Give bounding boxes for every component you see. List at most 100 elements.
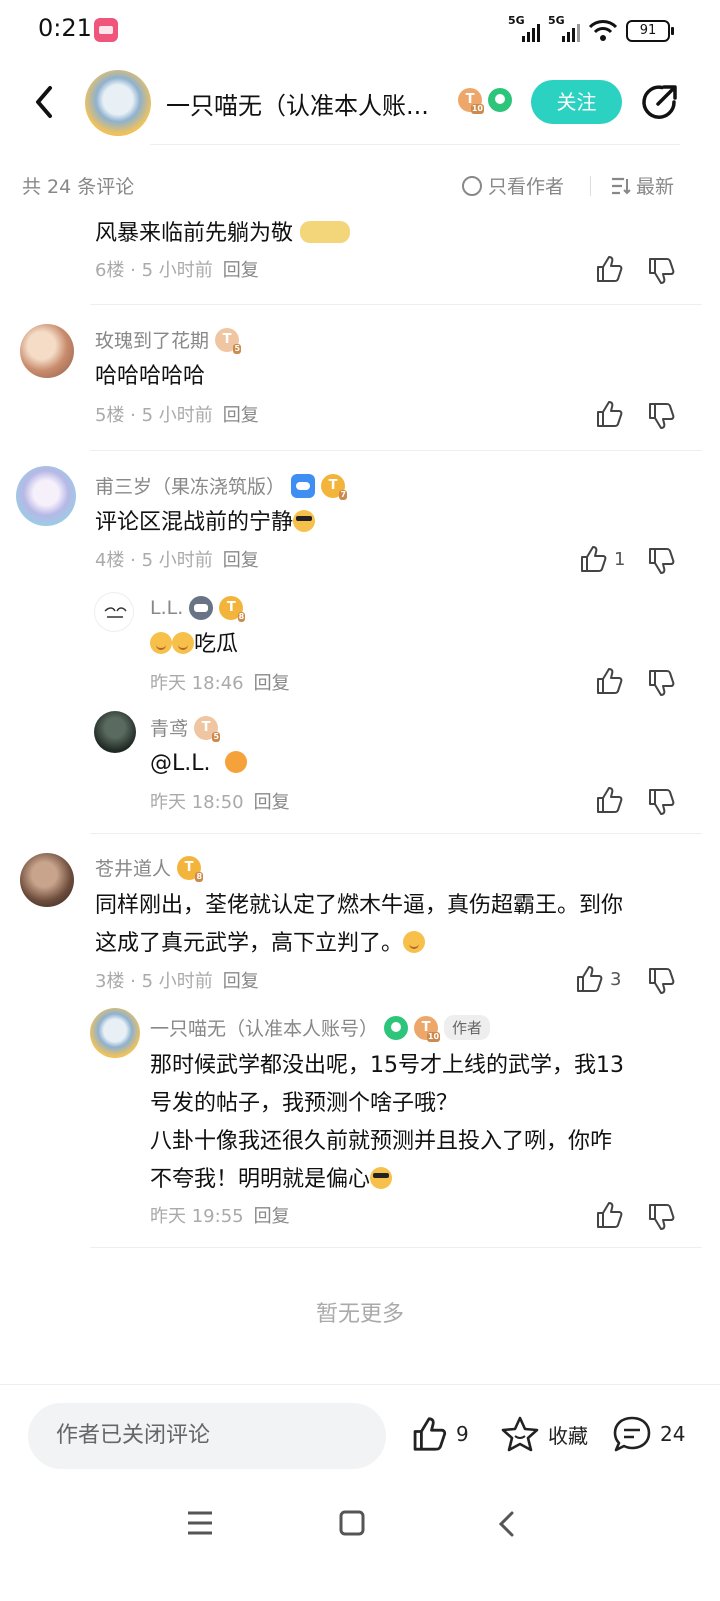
comment-3-meta: 3楼 · 5 小时前 回复 [95,971,259,992]
comment-divider [90,1247,702,1248]
username: L.L. [150,597,184,619]
gamepad-badge-icon [189,596,214,620]
post-like-count: 9 [456,1422,469,1446]
user-avatar[interactable] [16,466,76,526]
star-icon [501,1416,539,1452]
radio-circle-icon [462,175,482,196]
favorite-button[interactable]: 收藏 [500,1415,588,1453]
only-author-toggle[interactable]: 只看作者 [462,172,564,199]
comment-4-user[interactable]: 甫三岁（果冻浇筑版） T7 [95,472,348,500]
smile-emoji-icon [403,931,426,953]
verified-badge-icon [384,1015,409,1040]
reply-button[interactable]: 回复 [223,550,259,571]
reply-button[interactable]: 回复 [254,1206,290,1227]
menu-icon[interactable] [186,1510,214,1536]
like-count: 3 [610,968,622,990]
dislike-icon[interactable] [646,787,676,817]
dislike-icon[interactable] [646,668,676,698]
only-author-label: 只看作者 [488,176,565,198]
cool-emoji-icon [370,1167,393,1189]
comment-total: 共 24 条评论 [22,176,135,198]
home-icon[interactable] [339,1510,365,1536]
level-badge: T 10 [458,88,484,114]
comment-3-user[interactable]: 苍井道人 T8 [95,854,204,882]
comment-6-text: 风暴来临前先躺为敬 [95,215,351,253]
like-button[interactable]: 3 [574,964,621,994]
reply-4a-meta: 昨天 18:46 回复 [150,673,290,694]
back-icon[interactable] [496,1510,516,1538]
username: 苍井道人 [95,858,172,880]
level-badge: T7 [321,473,348,500]
reply-button[interactable]: 回复 [223,971,259,992]
comment-3-text: 同样刚出，荃佬就认定了燃木牛逼，真伤超霸王。到你 这成了真元武学，高下立判了。 [95,893,624,956]
like-icon[interactable] [594,1200,624,1230]
status-time: 0:21 [38,14,92,42]
comment-4-meta: 4楼 · 5 小时前 回复 [95,550,259,571]
author-badges: T 10 [458,88,512,114]
reply-button[interactable]: 回复 [254,673,290,694]
like-icon [581,546,607,572]
reply-4b-meta: 昨天 18:50 回复 [150,792,290,813]
level-badge: T5 [194,715,221,742]
reply-button[interactable]: 回复 [223,405,259,426]
like-icon [413,1417,447,1451]
author-name[interactable]: 一只喵无（认准本人账... [166,86,436,121]
sort-latest-button[interactable]: 最新 [610,172,674,199]
like-button[interactable]: 1 [578,544,625,574]
username: 青鸢 [150,718,189,740]
wifi-icon [588,20,618,41]
signal-icon: 5G [508,14,540,42]
share-icon[interactable] [640,82,680,122]
user-avatar[interactable] [94,592,134,632]
dislike-icon[interactable] [646,966,676,996]
comment-sort-bar: 共 24 条评论 只看作者 最新 [0,162,720,206]
author-avatar[interactable] [90,1008,140,1058]
dislike-icon[interactable] [646,546,676,576]
smile-emoji-icon [150,632,172,654]
level-badge: T5 [215,327,242,354]
author-avatar[interactable] [85,70,151,136]
comment-6-meta: 6楼 · 5 小时前 回复 [95,260,259,281]
reply-button[interactable]: 回复 [223,260,259,281]
comment-divider [90,833,702,834]
reply-button[interactable]: 回复 [254,792,290,813]
like-icon[interactable] [594,785,624,815]
back-arrow-icon[interactable] [30,82,60,122]
reply-3a-user[interactable]: 一只喵无（认准本人账号） T 10 作者 [150,1014,491,1042]
follow-button[interactable]: 关注 [531,80,622,124]
like-icon[interactable] [594,666,624,696]
status-bar: 0:21 5G 5G 91 [0,0,720,60]
no-more-label: 暂无更多 [315,1302,404,1327]
network-type-label: 5G [508,14,525,27]
favorite-label: 收藏 [548,1423,588,1448]
post-like-button[interactable]: 9 [410,1415,469,1453]
user-avatar[interactable] [20,324,74,378]
comment-5-user[interactable]: 玫瑰到了花期 T5 [95,326,242,354]
like-icon[interactable] [594,399,624,429]
drawn-face-icon [104,607,127,618]
like-icon[interactable] [594,254,624,284]
reply-4b-text: @L.L. [150,745,247,783]
reply-4a-user[interactable]: L.L. T8 [150,596,246,622]
reply-4b-user[interactable]: 青鸢 T5 [150,714,221,742]
like-icon [577,966,603,992]
gamepad-badge-icon [291,473,316,498]
post-header: 一只喵无（认准本人账... T 10 关注 [0,62,720,144]
dislike-icon[interactable] [646,401,676,431]
reply-4a-text: 吃瓜 [150,626,238,664]
network-type-label-2: 5G [548,14,565,27]
dislike-icon[interactable] [646,256,676,286]
username: 玫瑰到了花期 [95,330,210,352]
comment-5-text: 哈哈哈哈哈 [95,364,206,389]
level-badge: T8 [219,596,246,622]
comment-input[interactable]: 作者已关闭评论 [28,1403,386,1469]
bottom-action-bar: 作者已关闭评论 9 收藏 24 [0,1384,720,1490]
comment-5-meta: 5楼 · 5 小时前 回复 [95,405,259,426]
comments-button[interactable]: 24 [612,1415,685,1453]
user-avatar[interactable] [94,711,136,753]
comment-count: 24 [660,1422,686,1446]
dislike-icon[interactable] [646,1202,676,1232]
comment-divider [90,304,702,305]
username: 一只喵无（认准本人账号） [150,1018,379,1040]
user-avatar[interactable] [20,853,74,907]
